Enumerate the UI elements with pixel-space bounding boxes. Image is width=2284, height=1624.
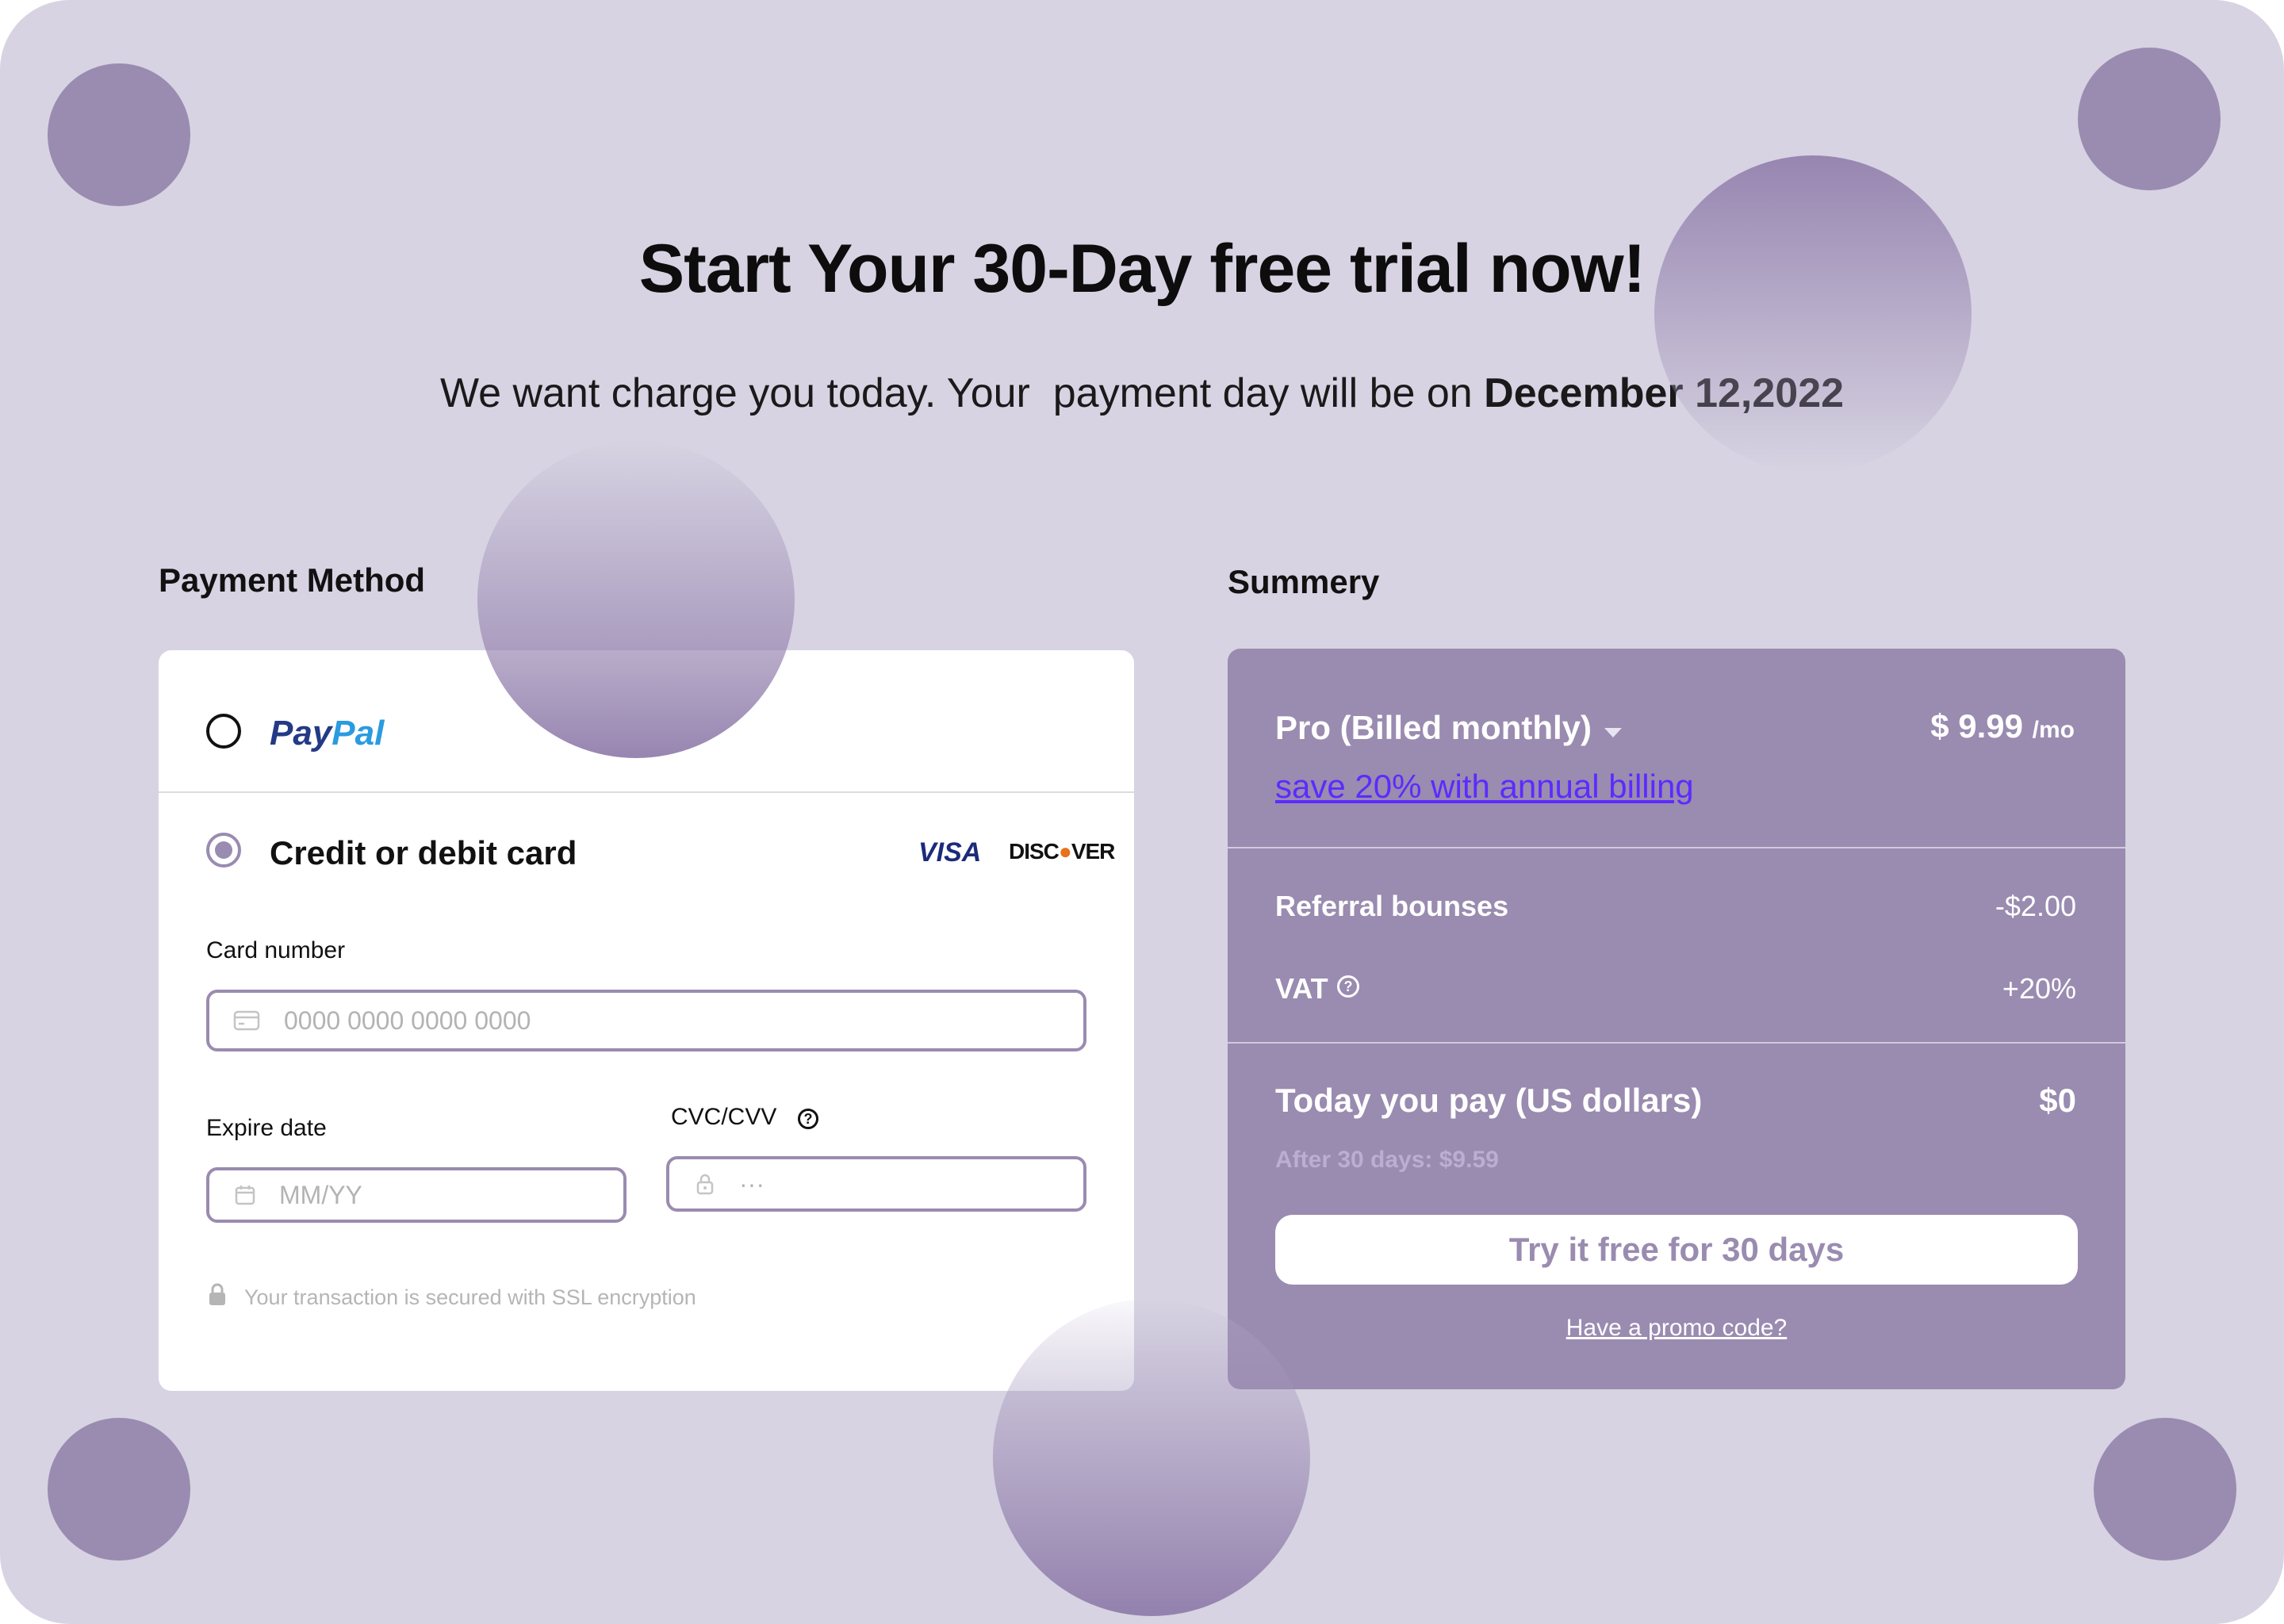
referral-label: Referral bounses: [1275, 890, 1509, 922]
calendar-icon: [232, 1182, 259, 1208]
cvc-field[interactable]: [666, 1156, 1086, 1212]
chevron-down-icon[interactable]: [1604, 728, 1622, 737]
cvc-input[interactable]: [739, 1169, 1083, 1199]
plan-price: $ 9.99 /mo: [1930, 707, 2075, 745]
card-radio[interactable]: [206, 833, 241, 868]
help-icon[interactable]: ?: [798, 1109, 818, 1129]
summary-card: Pro (Billed monthly) $ 9.99 /mo save 20%…: [1228, 649, 2125, 1389]
divider: [1228, 847, 2125, 848]
expire-date-label: Expire date: [206, 1115, 327, 1141]
divider: [1228, 1042, 2125, 1044]
lock-icon: [692, 1170, 719, 1197]
decor-circle: [2078, 48, 2221, 190]
paypal-logo-part2: Pal: [331, 714, 385, 753]
today-pay-value: $0: [2039, 1082, 2076, 1119]
card-icon: [233, 1007, 260, 1034]
vat-value: +20%: [2002, 972, 2076, 1005]
secure-lock-icon: [208, 1283, 227, 1312]
decor-circle: [48, 63, 190, 206]
card-option-label[interactable]: Credit or debit card: [270, 834, 577, 872]
subtitle-text: We want charge you today. Your payment d…: [439, 370, 1485, 416]
summary-heading: Summery: [1228, 563, 1380, 600]
start-trial-button[interactable]: Try it free for 30 days: [1275, 1215, 2078, 1285]
plan-selector[interactable]: Pro (Billed monthly): [1275, 709, 1592, 747]
paypal-logo[interactable]: PayPal: [270, 714, 384, 753]
vat-help-icon[interactable]: ?: [1337, 975, 1359, 998]
card-number-field[interactable]: [206, 990, 1086, 1051]
secure-note: Your transaction is secured with SSL enc…: [208, 1283, 696, 1312]
decor-circle: [1654, 155, 1972, 473]
payment-method-card: PayPal Credit or debit card VISA DISC●VE…: [159, 650, 1134, 1391]
paypal-radio[interactable]: [206, 714, 241, 749]
paypal-logo-part1: Pay: [270, 714, 332, 753]
card-number-input[interactable]: [284, 1005, 1083, 1036]
expire-date-field[interactable]: [206, 1167, 627, 1223]
after-trial-note: After 30 days: $9.59: [1275, 1147, 1499, 1173]
expire-date-input[interactable]: [279, 1180, 623, 1210]
annual-billing-link[interactable]: save 20% with annual billing: [1275, 768, 1694, 806]
secure-note-text: Your transaction is secured with SSL enc…: [244, 1285, 696, 1309]
price-period: /mo: [2032, 717, 2075, 743]
today-pay-label: Today you pay (US dollars): [1275, 1082, 1703, 1119]
price-value: $ 9.99: [1930, 707, 2023, 745]
decor-circle: [477, 441, 795, 758]
card-number-label: Card number: [206, 937, 346, 963]
cvc-label: CVC/CVV: [671, 1104, 777, 1130]
promo-code-link[interactable]: Have a promo code?: [1228, 1315, 2125, 1342]
vat-label: VAT: [1275, 972, 1328, 1005]
page-frame: Start Your 30-Day free trial now! We wan…: [0, 0, 2284, 1624]
divider: [159, 791, 1134, 793]
referral-value: -$2.00: [1995, 890, 2076, 922]
payment-method-heading: Payment Method: [159, 561, 426, 599]
decor-circle: [993, 1299, 1310, 1616]
discover-logo: DISC●VER: [1009, 839, 1115, 864]
visa-logo: VISA: [918, 837, 982, 868]
decor-circle: [48, 1418, 190, 1561]
decor-circle: [2094, 1418, 2236, 1561]
